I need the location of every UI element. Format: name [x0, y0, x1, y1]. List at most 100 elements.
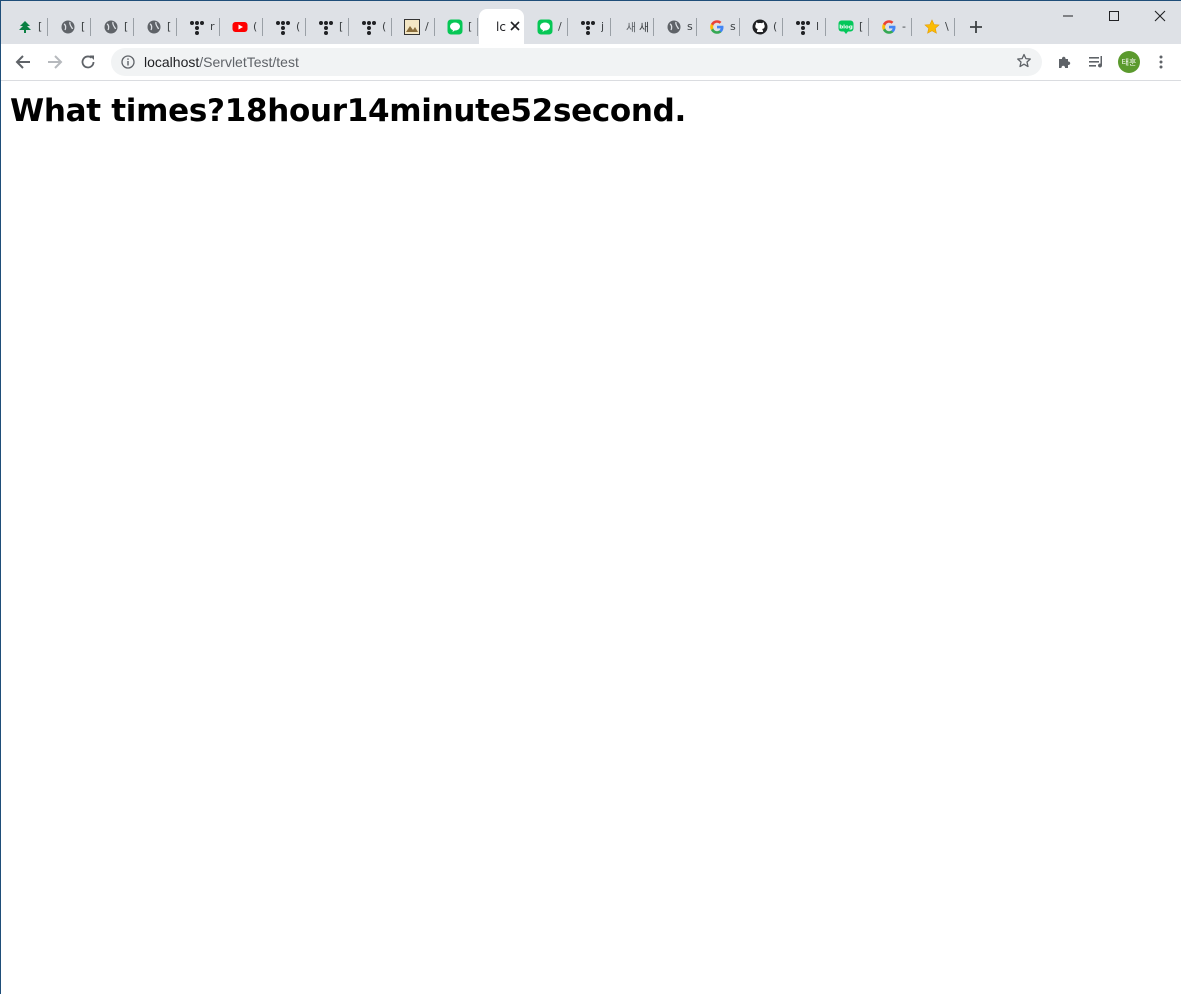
star-icon: [924, 18, 940, 35]
tab-title: lc: [496, 19, 506, 34]
tab[interactable]: (: [349, 9, 392, 44]
back-button[interactable]: [8, 47, 38, 77]
tab-title: [: [859, 20, 864, 33]
tab-separator: [954, 18, 955, 36]
page-content: What times?18hour14minute52second.: [2, 81, 1181, 995]
tab-title: s: [730, 20, 736, 33]
tab[interactable]: [: [48, 9, 91, 44]
tistory-icon: [361, 19, 377, 35]
page-heading: What times?18hour14minute52second.: [10, 93, 687, 129]
tab-title: [: [167, 20, 172, 33]
reload-icon: [81, 55, 95, 69]
tab-title: 새 탭: [639, 20, 648, 34]
tab[interactable]: 새새 탭: [611, 9, 654, 44]
new-tab-button[interactable]: [961, 12, 991, 42]
image-icon: [404, 18, 420, 35]
naver-blog-icon: blog: [838, 19, 854, 35]
extensions-button[interactable]: [1050, 47, 1080, 77]
google-icon: [881, 19, 897, 35]
tistory-icon: [795, 19, 811, 35]
tab-title: /: [558, 20, 562, 33]
profile-avatar[interactable]: 태훈: [1118, 51, 1140, 73]
tab[interactable]: s: [654, 9, 697, 44]
tab[interactable]: [: [134, 9, 177, 44]
tab-title: (: [253, 20, 258, 33]
minimize-button[interactable]: [1045, 1, 1091, 31]
close-tab-icon[interactable]: [510, 20, 520, 34]
tab-title: (: [382, 20, 387, 33]
url-path: /ServletTest/test: [199, 54, 299, 70]
youtube-icon: [232, 19, 248, 35]
arrow-right-icon: [48, 55, 63, 69]
tab-title: r: [210, 20, 215, 33]
tab[interactable]: /: [525, 9, 568, 44]
tab[interactable]: \: [912, 9, 955, 44]
tab[interactable]: /: [392, 9, 435, 44]
tab-title: j: [601, 20, 605, 33]
tab-title: -: [902, 20, 906, 33]
reload-button[interactable]: [73, 47, 103, 77]
tab-title: [: [339, 20, 344, 33]
globe-icon: [666, 19, 682, 35]
menu-button[interactable]: [1146, 47, 1176, 77]
maximize-icon: [1109, 11, 1119, 21]
tab-title: [: [124, 20, 129, 33]
tistory-icon: [275, 19, 291, 35]
tab[interactable]: l: [783, 9, 826, 44]
tab-title: (: [773, 20, 778, 33]
google-icon: [709, 19, 725, 35]
tab-separator: [477, 18, 478, 36]
tab[interactable]: [: [91, 9, 134, 44]
tree-icon: [17, 19, 33, 35]
close-window-button[interactable]: [1137, 1, 1181, 31]
media-control-button[interactable]: [1082, 47, 1112, 77]
plus-icon: [970, 20, 982, 33]
korean-text-icon: 새: [625, 20, 637, 34]
tab-title: [: [468, 20, 473, 33]
kebab-menu-icon: [1159, 55, 1163, 69]
address-bar[interactable]: localhost/ServletTest/test: [111, 48, 1042, 76]
tab[interactable]: (: [740, 9, 783, 44]
tab-strip: [ [ [ [ r ( ( [ ( / [ lc / j 새새 탭 s s ( l blog [ - \: [1, 1, 1181, 44]
tab-title: (: [296, 20, 301, 33]
playlist-icon: [1089, 56, 1103, 68]
puzzle-icon: [1059, 56, 1071, 68]
browser-toolbar: localhost/ServletTest/test 태훈: [1, 44, 1181, 81]
line-icon: [537, 19, 553, 35]
bookmark-star-icon[interactable]: [1016, 53, 1034, 71]
close-icon: [1154, 10, 1166, 22]
globe-icon: [146, 19, 162, 35]
tab-list: [ [ [ [ r ( ( [ ( / [ lc / j 새새 탭 s s ( l blog [ - \: [5, 9, 991, 44]
arrow-left-icon: [15, 55, 30, 69]
tab[interactable]: j: [568, 9, 611, 44]
tab[interactable]: [: [5, 9, 48, 44]
tab[interactable]: [: [306, 9, 349, 44]
tab[interactable]: (: [220, 9, 263, 44]
github-icon: [752, 19, 768, 35]
tab-title: [: [38, 20, 43, 33]
tab[interactable]: s: [697, 9, 740, 44]
tistory-icon: [318, 19, 334, 35]
tab-title: s: [687, 20, 693, 33]
url-host: localhost: [144, 54, 200, 70]
tistory-icon: [189, 19, 205, 35]
svg-text:blog: blog: [839, 24, 853, 30]
tab[interactable]: [: [435, 9, 478, 44]
tab-title: /: [425, 20, 429, 33]
maximize-button[interactable]: [1091, 1, 1137, 31]
tab[interactable]: r: [177, 9, 220, 44]
tab[interactable]: blog [: [826, 9, 869, 44]
globe-icon: [60, 19, 76, 35]
tab-title: [: [81, 20, 86, 33]
tab[interactable]: (: [263, 9, 306, 44]
tab-active[interactable]: lc: [479, 9, 524, 44]
minimize-icon: [1063, 15, 1073, 17]
tab[interactable]: -: [869, 9, 912, 44]
tistory-icon: [580, 19, 596, 35]
info-icon[interactable]: [120, 54, 136, 70]
url-text[interactable]: localhost/ServletTest/test: [144, 54, 299, 70]
forward-button[interactable]: [40, 47, 70, 77]
line-icon: [447, 19, 463, 35]
tab-title: \: [945, 20, 949, 33]
globe-icon: [103, 19, 119, 35]
